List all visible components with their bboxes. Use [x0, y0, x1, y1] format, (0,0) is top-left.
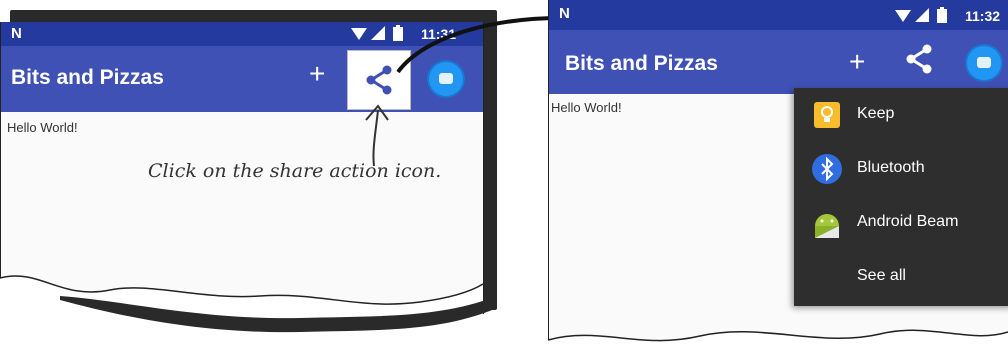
right-torn-edge: [547, 329, 1008, 351]
